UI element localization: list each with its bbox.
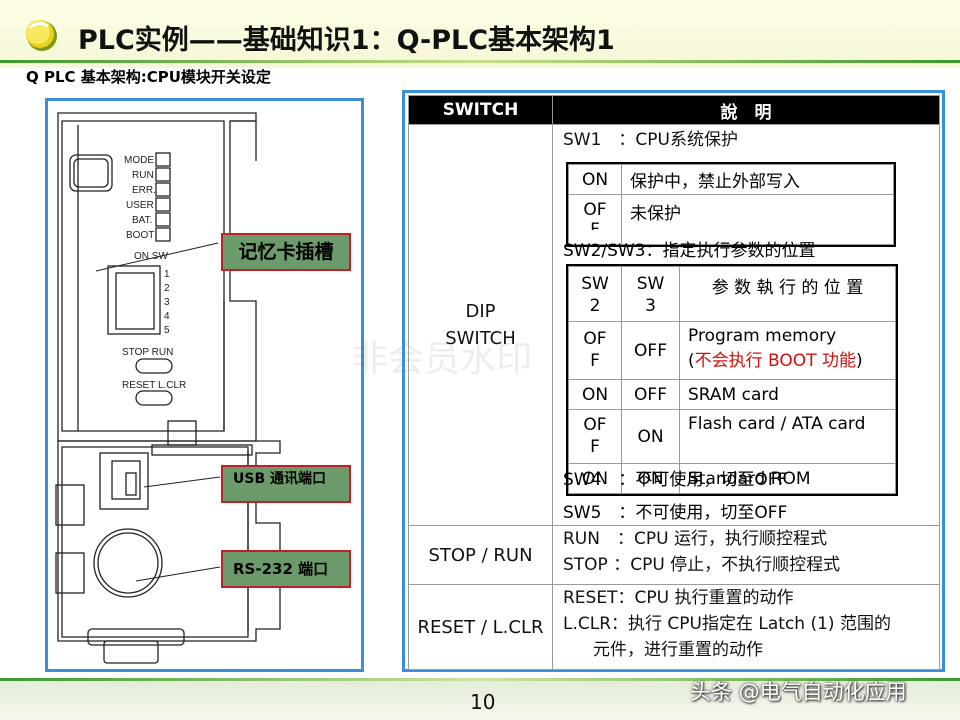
callout-rs232-port: RS-232 端口 xyxy=(221,550,351,588)
stop-run-line1: RUN ：CPU 运行，执行顺控程式 xyxy=(563,529,827,549)
row3-sw3: ON xyxy=(621,409,680,464)
stop-run-label: STOP RUN xyxy=(122,347,173,358)
row2-location: SRAM card xyxy=(679,379,896,410)
row1-sw2: OFF xyxy=(568,321,622,380)
stop-run-description-cell: RUN ：CPU 运行，执行顺控程式 STOP ：CPU 停止，不执行顺控程式 xyxy=(552,525,940,585)
reset-line1: RESET：CPU 执行重置的动作 xyxy=(563,588,794,608)
led-label-user: USER xyxy=(126,200,154,211)
sw23-header-sw3-text: SW 3 xyxy=(636,274,665,316)
sw23-header-sw2-text: SW 2 xyxy=(581,274,609,316)
stop-run-line2: STOP ：CPU 停止，不执行顺控程式 xyxy=(563,555,841,575)
col-header-description: 說 明 xyxy=(552,95,940,125)
sw1-desc-on: 保护中，禁止外部写入 xyxy=(621,164,894,195)
source-watermark: 头条 @电气自动化应用 xyxy=(690,680,907,704)
led-label-boot: BOOT xyxy=(126,230,154,241)
row1-sw2-text: OFF xyxy=(583,329,607,371)
led-label-bat: BAT. xyxy=(132,215,152,226)
reset-label-cell: RESET / L.CLR xyxy=(408,584,553,670)
title-divider xyxy=(0,60,960,63)
col-header-switch: SWITCH xyxy=(408,95,553,125)
dip-number-3: 3 xyxy=(164,297,170,308)
logo-coin-icon xyxy=(26,20,57,51)
sw23-header-sw3: SW 3 xyxy=(621,266,680,322)
reset-line2: L.CLR：执行 CPU指定在 Latch (1) 范围的 xyxy=(563,614,891,634)
callout-memory-card-slot: 记忆卡插槽 xyxy=(221,233,351,271)
sw23-line: SW2/SW3：指定执行参数的位置 xyxy=(563,241,816,261)
row2-sw3: OFF xyxy=(621,379,680,410)
page-subtitle: Q PLC 基本架构:CPU模块开关设定 xyxy=(26,68,271,86)
row1-note-close: ) xyxy=(855,351,863,371)
reset-description-cell: RESET：CPU 执行重置的动作 L.CLR：执行 CPU指定在 Latch … xyxy=(552,584,940,670)
page-title: PLC实例——基础知识1：Q-PLC基本架构1 xyxy=(78,25,615,56)
dip-switch-label-cell: DIP SWITCH xyxy=(408,124,553,526)
sw23-header-location: 参 数 執 行 的 位 置 xyxy=(679,266,896,322)
led-label-err: ERR. xyxy=(132,185,156,196)
dip-label-line1: DIP xyxy=(465,301,496,322)
sw4-line: SW4 ：不可使用，切至OFF xyxy=(563,470,788,490)
sw23-location-table: SW 2 SW 3 参 数 執 行 的 位 置 OFF OFF Program … xyxy=(566,264,898,496)
callout-usb-port: USB 通讯端口 xyxy=(221,465,351,503)
dip-number-2: 2 xyxy=(164,283,170,294)
row1-sw3: OFF xyxy=(621,321,680,380)
page-number: 10 xyxy=(470,690,496,714)
reset-line3: 元件，进行重置的动作 xyxy=(593,640,763,660)
led-label-mode: MODE xyxy=(124,155,154,166)
reset-lclr-label: RESET L.CLR xyxy=(122,380,186,391)
row1-location: Program memory (不会执行 BOOT 功能) xyxy=(679,321,896,380)
row3-sw2: OFF xyxy=(568,409,622,464)
row3-location: Flash card / ATA card xyxy=(679,409,896,464)
on-sw-label: ON SW xyxy=(134,251,168,262)
row1-note: 不会执行 BOOT 功能 xyxy=(694,351,856,371)
sw1-state-off-text: OFF xyxy=(583,200,607,230)
stop-run-label-cell: STOP / RUN xyxy=(408,525,553,585)
row1-location-text: Program memory xyxy=(688,326,837,346)
dip-number-1: 1 xyxy=(164,269,170,280)
row3-sw2-text: OFF xyxy=(583,415,607,457)
dip-number-5: 5 xyxy=(164,325,170,336)
dip-number-4: 4 xyxy=(164,311,170,322)
sw23-header-sw2: SW 2 xyxy=(568,266,622,322)
sw1-line: SW1 ：CPU系统保护 xyxy=(563,130,738,150)
row2-sw2: ON xyxy=(568,379,622,410)
dip-label-line2: SWITCH xyxy=(445,328,516,349)
sw5-line: SW5 ：不可使用，切至OFF xyxy=(563,503,788,523)
sw1-state-on: ON xyxy=(568,164,622,195)
row1-note-open: ( xyxy=(688,351,695,371)
led-label-run: RUN xyxy=(132,170,154,181)
sw1-state-table: ON 保护中，禁止外部写入 OFF 未保护 xyxy=(566,162,896,247)
